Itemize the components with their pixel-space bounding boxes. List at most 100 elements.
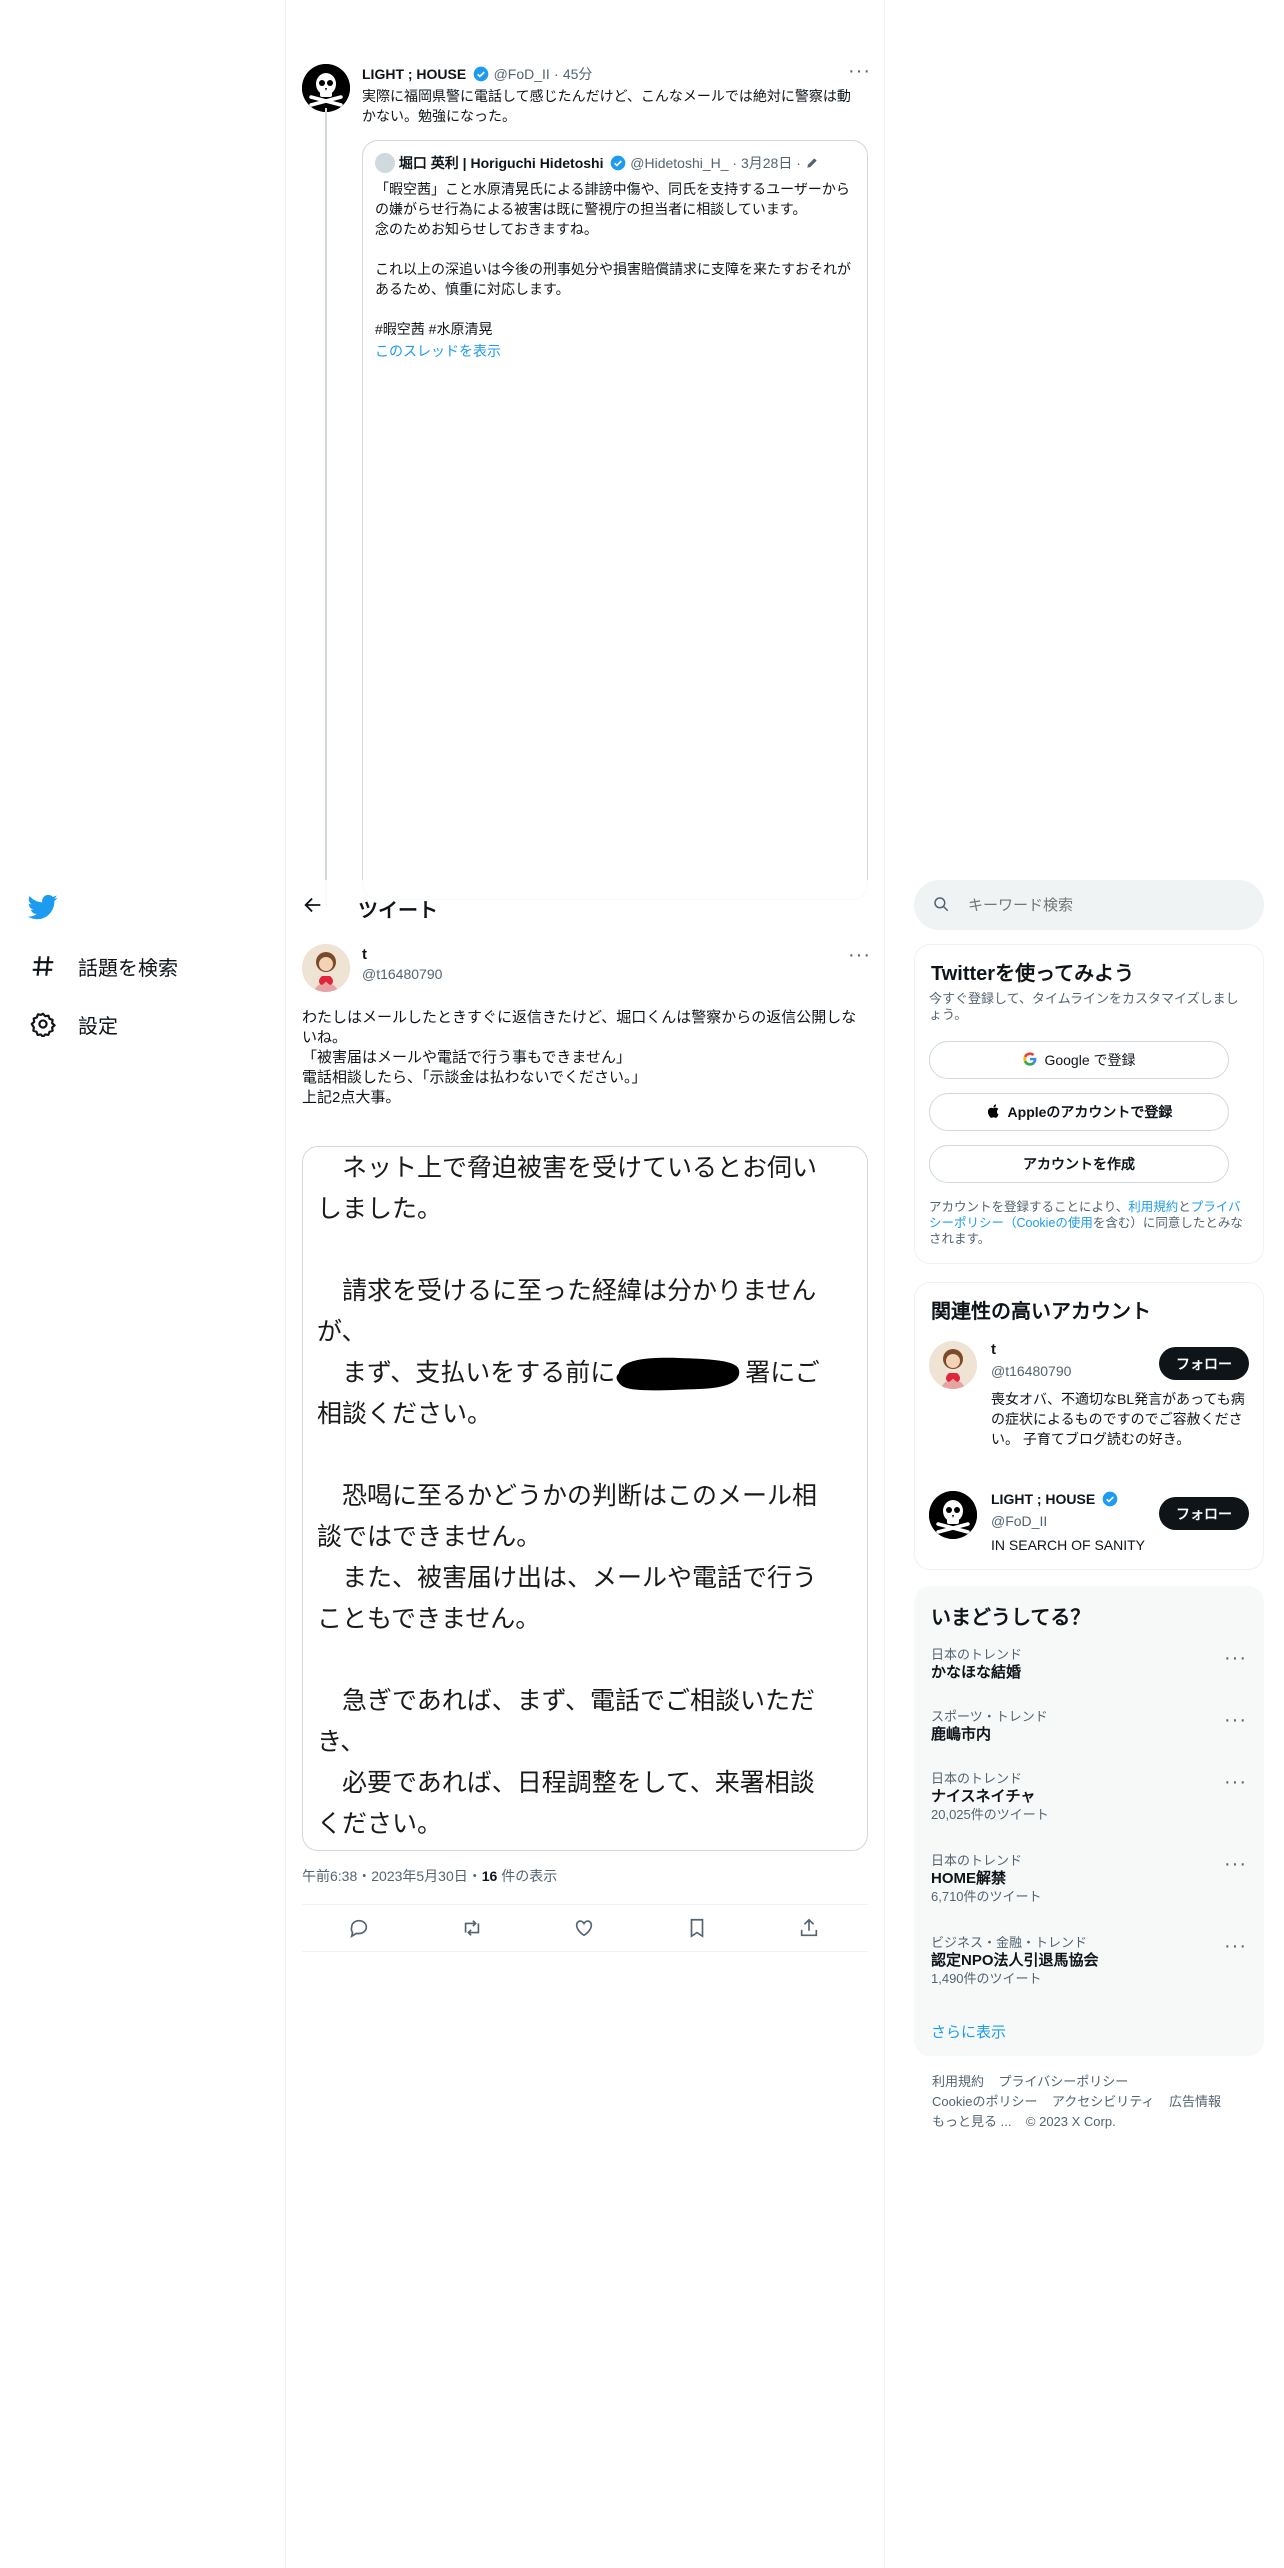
back-arrow-icon[interactable] (302, 894, 326, 918)
main-tweet-name[interactable]: t (362, 946, 367, 963)
main-tweet-handle[interactable]: @t16480790 (362, 966, 442, 982)
signup-title: Twitterを使ってみよう (931, 963, 1135, 985)
google-icon (1022, 1051, 1038, 1070)
quoted-hashtags[interactable]: #暇空茜 #水原清晃 (375, 319, 492, 339)
tweet-timestamp[interactable]: 午前6:38・2023年5月30日・ (302, 1868, 482, 1884)
footer-terms-link[interactable]: 利用規約 (932, 2074, 984, 2089)
twitter-logo-icon[interactable] (27, 892, 58, 922)
thread-connector-line (325, 108, 327, 908)
related-title: 関連性の高いアカウント (931, 1301, 1151, 1323)
top-tweet-handle[interactable]: @FoD_II (494, 66, 550, 82)
more-options-icon[interactable]: ··· (1224, 1648, 1247, 1668)
footer-ads-link[interactable]: 広告情報 (1169, 2094, 1221, 2109)
top-tweet-text: 実際に福岡県警に電話して感じたんだけど、こんなメールでは絶対に警察は動かない。勉… (362, 88, 851, 124)
more-options-icon[interactable]: ··· (848, 61, 871, 81)
tweet-image[interactable]: ネット上で脅迫被害を受けているとお伺いしました。 請求を受けるに至った経緯は分か… (302, 1146, 868, 1851)
top-tweet-name[interactable]: LIGHT ; HOUSE (362, 66, 466, 82)
nav-explore[interactable]: 話題を検索 (28, 946, 178, 986)
nav-settings[interactable]: 設定 (28, 1004, 118, 1044)
trend-item[interactable]: 日本のトレンド HOME解禁 6,710件のツイート ··· (931, 1853, 1249, 1905)
footer-cookie-link[interactable]: Cookieのポリシー (932, 2094, 1037, 2109)
more-options-icon[interactable]: ··· (1224, 1710, 1247, 1730)
tweet-actions (302, 1904, 868, 1952)
image-text-part-2: 署にご相談ください。 恐喝に至るかどうかの判断はこのメール相談ではできません。 … (317, 1358, 820, 1838)
show-thread-link[interactable]: このスレッドを表示 (375, 341, 501, 361)
top-tweet-header: LIGHT ; HOUSE @FoD_II · 45分 (362, 66, 593, 82)
tweet-header-bar: ツイート (286, 880, 884, 933)
trend-name: 認定NPO法人引退馬協会 (931, 1952, 1099, 1969)
share-icon[interactable] (798, 1917, 822, 1941)
more-options-icon[interactable]: ··· (1224, 1854, 1247, 1874)
related-handle-lighthouse[interactable]: @FoD_II (991, 1513, 1047, 1529)
footer-row-1: 利用規約 プライバシーポリシー (932, 2072, 1128, 2092)
signup-card: Twitterを使ってみよう 今すぐ登録して、タイムラインをカスタマイズしましょ… (914, 944, 1264, 1264)
column-divider-right (884, 0, 885, 2568)
retweet-icon[interactable] (461, 1917, 485, 1941)
nav-explore-label: 話題を検索 (78, 957, 178, 980)
trends-title: いまどうしてる？ (931, 1607, 1091, 1629)
footer-accessibility-link[interactable]: アクセシビリティ (1052, 2094, 1155, 2109)
trend-item[interactable]: ビジネス・金融・トレンド 認定NPO法人引退馬協会 1,490件のツイート ··… (931, 1935, 1249, 1987)
views-label: 件の表示 (497, 1868, 558, 1884)
quoted-tweet[interactable]: 堀口 英利 | Horiguchi Hidetoshi @Hidetoshi_H… (362, 140, 868, 900)
follow-button-lighthouse[interactable]: フォロー (1159, 1497, 1249, 1530)
nav-settings-label: 設定 (78, 1015, 118, 1038)
related-avatar-lighthouse[interactable] (929, 1491, 977, 1539)
related-name-t[interactable]: t (991, 1341, 996, 1358)
footer-more-link[interactable]: もっと見る ... (932, 2114, 1011, 2129)
trend-count: 20,025件のツイート (931, 1807, 1049, 1822)
avatar-lighthouse[interactable] (302, 64, 350, 112)
avatar-t[interactable] (302, 944, 350, 992)
trend-item[interactable]: スポーツ・トレンド 鹿嶋市内 ··· (931, 1709, 1249, 1745)
apple-signup-button[interactable]: Appleのアカウントで登録 (929, 1093, 1229, 1131)
page-title: ツイート (358, 900, 438, 922)
bookmark-icon[interactable] (686, 1917, 710, 1941)
google-signup-button[interactable]: Google で登録 (929, 1041, 1229, 1079)
trend-category: ビジネス・金融・トレンド (931, 1935, 1088, 1950)
signup-legal-text: アカウントを登録することにより、利用規約とプライバシーポリシー（Cookieの使… (929, 1199, 1251, 1247)
trend-name: 鹿嶋市内 (931, 1726, 992, 1743)
related-name-lighthouse[interactable]: LIGHT ; HOUSE (991, 1491, 1095, 1507)
related-handle-t[interactable]: @t16480790 (991, 1363, 1071, 1379)
related-avatar-t[interactable] (929, 1341, 977, 1389)
trend-item[interactable]: 日本のトレンド かなほな結婚 ··· (931, 1647, 1249, 1683)
main-tweet-text: わたしはメールしたときすぐに返信きたけど、堀口くんは警察からの返信公開しないね。… (302, 1009, 857, 1106)
footer-privacy-link[interactable]: プライバシーポリシー (998, 2074, 1128, 2089)
views-count: 16 (481, 1868, 498, 1884)
trend-count: 1,490件のツイート (931, 1971, 1042, 1986)
column-divider-left (285, 0, 286, 2568)
trend-item[interactable]: 日本のトレンド ナイスネイチャ 20,025件のツイート ··· (931, 1771, 1249, 1823)
follow-button-t[interactable]: フォロー (1159, 1347, 1249, 1380)
apple-signup-label: Appleのアカウントで登録 (1007, 1104, 1173, 1120)
gear-icon (28, 1009, 58, 1039)
tweet-meta: 午前6:38・2023年5月30日・16 件の表示 (302, 1866, 557, 1886)
trend-count: 6,710件のツイート (931, 1889, 1042, 1904)
related-bio-t: 喪女オバ、不適切なBL発言があっても病の症状によるものですのでご容赦ください。 … (991, 1391, 1245, 1447)
search-box[interactable] (914, 880, 1264, 930)
trends-card: いまどうしてる？ 日本のトレンド かなほな結婚 ··· スポーツ・トレンド 鹿嶋… (914, 1586, 1264, 2056)
create-account-button[interactable]: アカウントを作成 (929, 1145, 1229, 1183)
verified-badge-icon (473, 66, 489, 82)
more-options-icon[interactable]: ··· (1224, 1772, 1247, 1792)
google-signup-label: Google で登録 (1044, 1052, 1136, 1068)
show-more-trends-link[interactable]: さらに表示 (931, 2021, 1006, 2042)
quoted-date: 3月28日 (740, 155, 793, 171)
like-icon[interactable] (573, 1917, 597, 1941)
image-email-text: ネット上で脅迫被害を受けているとお伺いしました。 請求を受けるに至った経緯は分か… (317, 1147, 837, 1844)
hashtag-icon (28, 951, 58, 981)
quoted-handle: @Hidetoshi_H_ (630, 155, 729, 171)
trend-name: かなほな結婚 (931, 1664, 1022, 1681)
more-options-icon[interactable]: ··· (848, 945, 871, 965)
more-options-icon[interactable]: ··· (1224, 1936, 1247, 1956)
legal-and: と (1178, 1200, 1191, 1214)
signup-subtitle: 今すぐ登録して、タイムラインをカスタマイズしましょう。 (929, 991, 1239, 1022)
top-tweet-time[interactable]: 45分 (563, 66, 593, 82)
related-name-lighthouse-row: LIGHT ; HOUSE (991, 1491, 1118, 1507)
legal-terms-link[interactable]: 利用規約 (1128, 1200, 1178, 1214)
trend-category: スポーツ・トレンド (931, 1709, 1048, 1724)
verified-badge-icon (610, 155, 626, 171)
related-accounts-card: 関連性の高いアカウント t @t16480790 フォロー 喪女オバ、不適切なB… (914, 1282, 1264, 1570)
search-input[interactable] (968, 896, 1228, 914)
reply-icon[interactable] (348, 1917, 372, 1941)
verified-badge-icon (1102, 1491, 1118, 1507)
